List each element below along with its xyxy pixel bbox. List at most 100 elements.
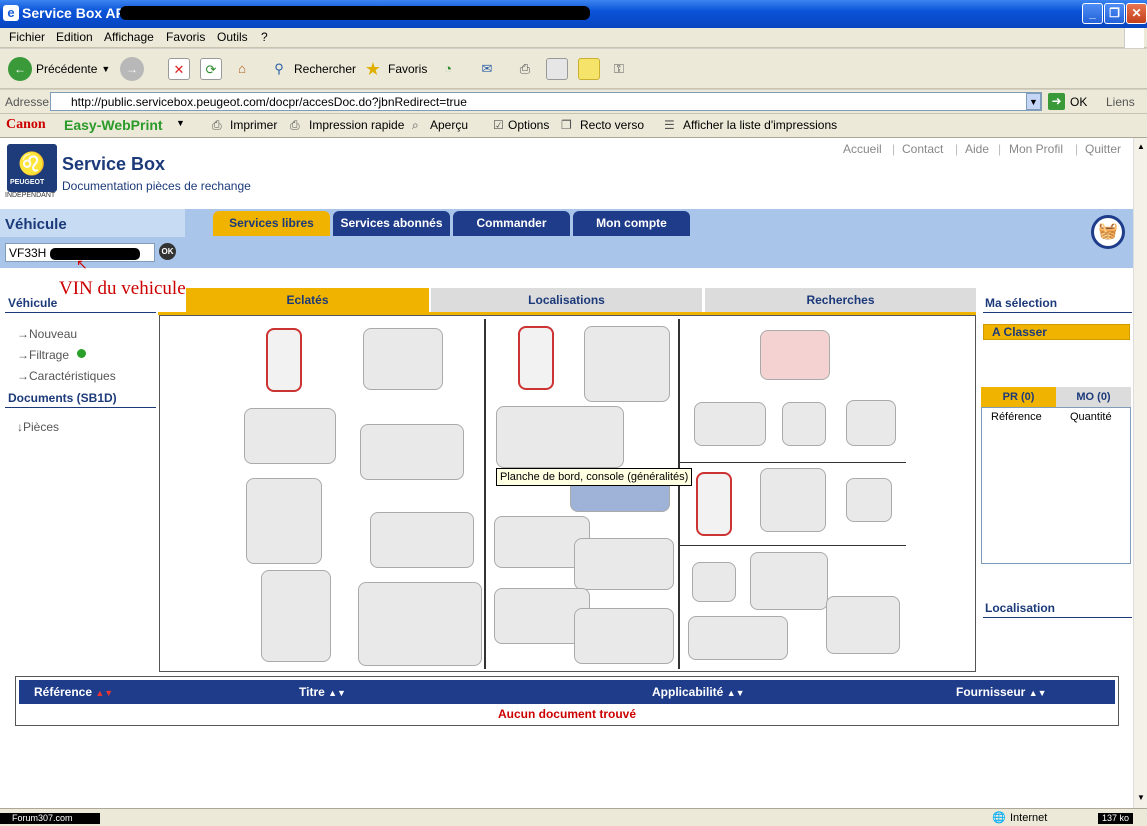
subtab-eclates[interactable]: Eclatés bbox=[186, 288, 429, 312]
battery-part-icon[interactable] bbox=[846, 478, 892, 522]
site-title: Service Box bbox=[62, 154, 166, 174]
body-rear-part-icon[interactable] bbox=[574, 608, 674, 664]
menu-edition[interactable]: Edition bbox=[56, 30, 93, 44]
electric-car-part-icon[interactable] bbox=[760, 468, 826, 532]
gearbox-part-icon[interactable] bbox=[261, 570, 331, 662]
home-button[interactable]: ⌂ bbox=[231, 55, 253, 83]
windows-logo-icon bbox=[1124, 28, 1144, 48]
steering-part-icon[interactable] bbox=[363, 328, 443, 390]
preview-button[interactable]: Aperçu bbox=[430, 118, 468, 132]
scroll-up-icon[interactable]: ▲ bbox=[1135, 139, 1147, 155]
col-fournisseur-header[interactable]: Fournisseur ▲▼ bbox=[956, 680, 1047, 704]
nav-mon-profil[interactable]: Mon Profil bbox=[1009, 142, 1063, 156]
maximize-button[interactable]: ❐ bbox=[1104, 3, 1125, 24]
duplex-icon: ❐ bbox=[561, 118, 572, 132]
link-caracteristiques[interactable]: →Caractéristiques bbox=[17, 369, 116, 383]
research-button[interactable]: ⚿ bbox=[608, 55, 630, 83]
address-input[interactable]: http://public.servicebox.peugeot.com/doc… bbox=[50, 92, 1042, 111]
body-fixing-part-icon[interactable] bbox=[518, 326, 554, 390]
forward-button[interactable]: → bbox=[120, 55, 144, 83]
tab-mon-compte[interactable]: Mon compte bbox=[573, 211, 690, 236]
tab-commander[interactable]: Commander bbox=[453, 211, 570, 236]
menu-affichage[interactable]: Affichage bbox=[104, 30, 154, 44]
engine-part-icon[interactable] bbox=[246, 478, 322, 564]
a-classer-bar[interactable]: A Classer bbox=[983, 324, 1130, 340]
home-icon: ⌂ bbox=[238, 61, 246, 76]
quick-print-button[interactable]: Impression rapide bbox=[309, 118, 404, 132]
history-button[interactable]: ◔ bbox=[437, 55, 459, 83]
webprint-dropdown-icon[interactable]: ▼ bbox=[176, 118, 185, 128]
brakes-part-icon[interactable] bbox=[370, 512, 474, 568]
left-vehicle-head: Véhicule bbox=[8, 296, 58, 310]
nav-contact[interactable]: Contact bbox=[902, 142, 943, 156]
airbag-part-icon[interactable] bbox=[692, 562, 736, 602]
horn-car-part-icon[interactable] bbox=[750, 552, 828, 610]
body-side-part-icon[interactable] bbox=[574, 538, 674, 590]
diagnostic-part-icon[interactable] bbox=[244, 408, 336, 464]
note-icon bbox=[578, 58, 600, 80]
options-button[interactable]: Options bbox=[508, 118, 549, 132]
col-reference-header[interactable]: Référence ▲▼ bbox=[34, 680, 113, 704]
back-dropdown-icon[interactable]: ▼ bbox=[101, 64, 110, 74]
duplex-button[interactable]: Recto verso bbox=[580, 118, 644, 132]
scroll-down-icon[interactable]: ▼ bbox=[1135, 790, 1147, 806]
favorites-button[interactable]: ★ Favoris bbox=[362, 55, 427, 83]
wiring-part-icon[interactable] bbox=[696, 472, 732, 536]
tab-mo[interactable]: MO (0) bbox=[1056, 387, 1131, 407]
unknown-part-icon[interactable] bbox=[760, 330, 830, 380]
suspension-part-icon[interactable] bbox=[360, 424, 464, 480]
back-button[interactable]: ← Précédente ▼ bbox=[8, 55, 110, 83]
towbar-part-icon[interactable] bbox=[846, 400, 896, 446]
axle-part-icon[interactable] bbox=[358, 582, 482, 666]
note-button[interactable] bbox=[578, 55, 600, 83]
mail-button[interactable]: ✉ bbox=[476, 55, 498, 83]
print-button[interactable]: Imprimer bbox=[230, 118, 277, 132]
nav-separator: | bbox=[892, 142, 896, 156]
nav-quitter[interactable]: Quitter bbox=[1085, 142, 1121, 156]
tab-pr[interactable]: PR (0) bbox=[981, 387, 1056, 407]
menu-favoris[interactable]: Favoris bbox=[166, 30, 205, 44]
vin-ok-button[interactable]: OK bbox=[159, 243, 176, 260]
search-label: Rechercher bbox=[294, 62, 357, 76]
url-text: http://public.servicebox.peugeot.com/doc… bbox=[71, 95, 467, 109]
vertical-scrollbar[interactable]: ▲ ▼ bbox=[1133, 138, 1147, 808]
stop-button[interactable]: ✕ bbox=[168, 55, 190, 83]
minimize-button[interactable]: _ bbox=[1082, 3, 1103, 24]
tab-services-libres[interactable]: Services libres bbox=[213, 211, 330, 236]
printer-icon: ⎙ bbox=[519, 61, 531, 76]
menu-help[interactable]: ? bbox=[261, 30, 268, 44]
easy-webprint-menu[interactable]: Easy-WebPrint bbox=[64, 117, 163, 133]
left-divider bbox=[5, 312, 156, 313]
print-button[interactable]: ⎙ bbox=[514, 55, 536, 83]
menu-fichier[interactable]: Fichier bbox=[9, 30, 45, 44]
link-pieces[interactable]: ↓Pièces bbox=[17, 420, 59, 434]
refresh-button[interactable]: ⟳ bbox=[200, 55, 222, 83]
search-button[interactable]: ⚲ Rechercher bbox=[268, 55, 356, 83]
basket-icon[interactable]: 🧺 bbox=[1091, 215, 1125, 249]
close-button[interactable]: ✕ bbox=[1126, 3, 1147, 24]
climate-part-icon[interactable] bbox=[688, 616, 788, 660]
car-part-icon[interactable] bbox=[694, 402, 766, 446]
address-dropdown-icon[interactable]: ▼ bbox=[1026, 93, 1041, 110]
wrench-icon[interactable] bbox=[782, 402, 826, 446]
wiper-part-icon[interactable] bbox=[826, 596, 900, 654]
nav-accueil[interactable]: Accueil bbox=[843, 142, 882, 156]
link-nouveau[interactable]: →Nouveau bbox=[17, 327, 77, 341]
col-applicabilite-header[interactable]: Applicabilité ▲▼ bbox=[652, 680, 745, 704]
subtab-recherches[interactable]: Recherches bbox=[705, 288, 976, 312]
status-bar: Forum307.com 🌐 Internet 137 ko bbox=[0, 808, 1147, 826]
print-list-button[interactable]: Afficher la liste d'impressions bbox=[683, 118, 837, 132]
tab-services-abonnes[interactable]: Services abonnés bbox=[333, 211, 450, 236]
link-filtrage[interactable]: →Filtrage bbox=[17, 348, 69, 362]
dashboard-part-icon[interactable] bbox=[496, 406, 624, 468]
go-arrow-icon[interactable]: ➜ bbox=[1048, 93, 1065, 110]
menu-outils[interactable]: Outils bbox=[217, 30, 248, 44]
go-button[interactable]: OK bbox=[1070, 95, 1087, 109]
links-label[interactable]: Liens bbox=[1106, 95, 1135, 109]
col-titre-header[interactable]: Titre ▲▼ bbox=[299, 680, 346, 704]
subtab-localisations[interactable]: Localisations bbox=[431, 288, 702, 312]
nav-aide[interactable]: Aide bbox=[965, 142, 989, 156]
tools-part-icon[interactable] bbox=[266, 328, 302, 392]
edit-button[interactable] bbox=[546, 55, 568, 83]
seat-part-icon[interactable] bbox=[584, 326, 670, 402]
